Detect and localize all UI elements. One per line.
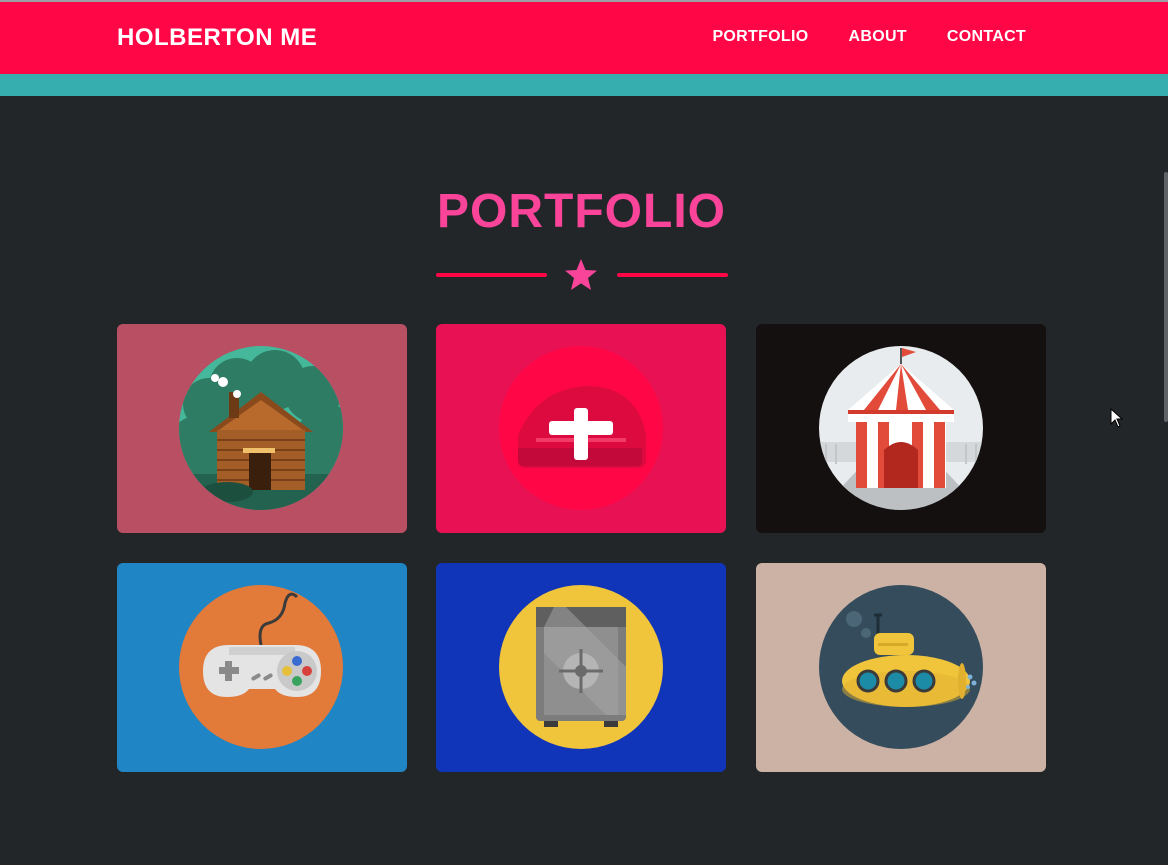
- portfolio-heading: PORTFOLIO: [437, 185, 726, 238]
- brand-link[interactable]: HOLBERTON ME: [117, 24, 317, 52]
- browser-viewport: HOLBERTON ME PORTFOLIO ABOUT CONTACT POR…: [0, 0, 1168, 865]
- portfolio-item-add[interactable]: [436, 324, 726, 533]
- submarine-icon: [819, 585, 983, 749]
- cabin-icon: [179, 346, 343, 510]
- nav-link-portfolio[interactable]: PORTFOLIO: [712, 28, 808, 46]
- cake-plus-icon: [499, 346, 663, 510]
- mouse-cursor-icon: [1110, 408, 1124, 428]
- circus-tent-icon: [819, 346, 983, 510]
- nav-link-contact[interactable]: CONTACT: [947, 28, 1026, 46]
- nav-link-about[interactable]: ABOUT: [848, 28, 906, 46]
- portfolio-item-submarine[interactable]: [756, 563, 1046, 772]
- star-icon: [565, 259, 597, 290]
- game-controller-icon: [179, 585, 343, 749]
- portfolio-item-cabin[interactable]: [117, 324, 407, 533]
- accent-band: [0, 74, 1168, 96]
- page-scrollbar[interactable]: [1164, 172, 1168, 422]
- portfolio-item-safe[interactable]: [436, 563, 726, 772]
- portfolio-item-circus[interactable]: [756, 324, 1046, 533]
- divider-line-left: [436, 273, 547, 277]
- heading-divider: [436, 257, 728, 293]
- nav-links: PORTFOLIO ABOUT CONTACT: [712, 28, 1026, 46]
- navbar: HOLBERTON ME PORTFOLIO ABOUT CONTACT: [0, 2, 1168, 74]
- portfolio-item-gamepad[interactable]: [117, 563, 407, 772]
- divider-line-right: [617, 273, 728, 277]
- safe-icon: [499, 585, 663, 749]
